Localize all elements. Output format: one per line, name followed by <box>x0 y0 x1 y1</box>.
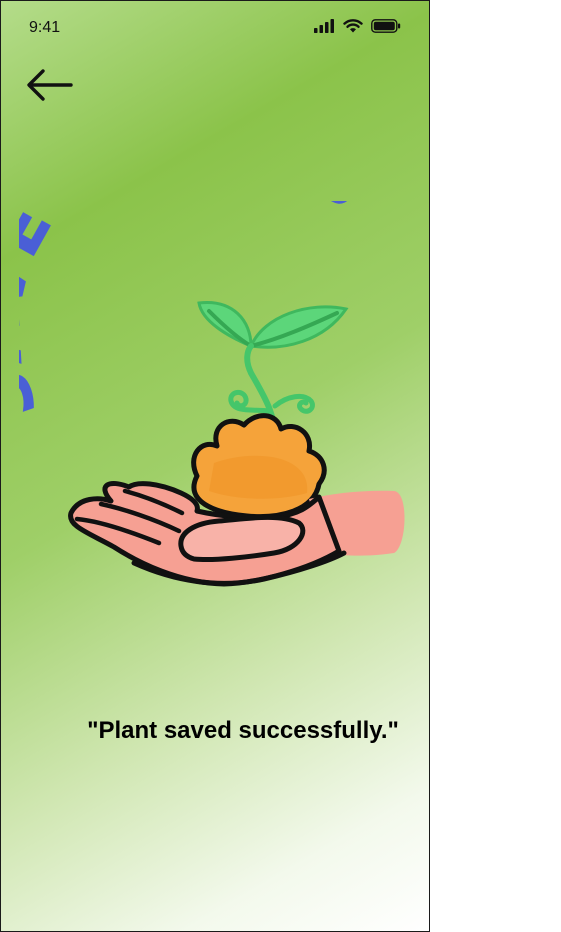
wifi-icon <box>343 19 363 33</box>
save-plants-illustration: SAVE PLANTS <box>19 201 405 587</box>
back-button[interactable] <box>23 63 77 107</box>
phone-screen: 9:41 "Plant saved successfully." <box>0 0 430 932</box>
sprout-leaves <box>197 301 349 349</box>
status-icons <box>313 19 401 33</box>
success-message: "Plant saved successfully." <box>87 717 399 744</box>
battery-icon <box>371 19 401 33</box>
status-time: 9:41 <box>29 19 61 36</box>
cellular-signal-icon <box>314 19 334 33</box>
arrow-left-icon <box>27 69 73 101</box>
status-bar: 9:41 <box>1 1 429 53</box>
soil-clump <box>191 413 327 520</box>
